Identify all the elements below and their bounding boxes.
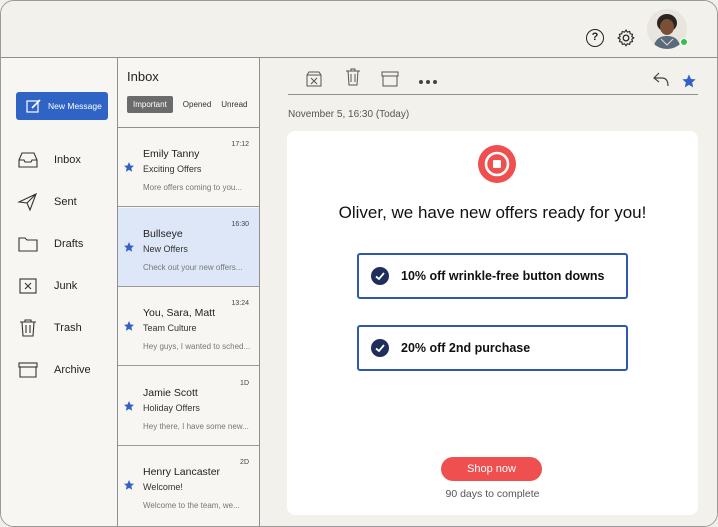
- folder-icon: [18, 237, 38, 252]
- send-icon: [17, 193, 37, 211]
- email-sender: Emily Tanny: [143, 148, 200, 160]
- list-item[interactable]: 2D Henry Lancaster Welcome! Welcome to t…: [118, 446, 259, 525]
- star-icon[interactable]: [681, 73, 697, 89]
- email-time: 2D: [240, 459, 249, 466]
- list-item[interactable]: 17:12 Emily Tanny Exciting Offers More o…: [118, 128, 259, 207]
- trash-icon: [20, 319, 36, 337]
- email-sender: Jamie Scott: [143, 387, 198, 399]
- reply-icon[interactable]: [652, 70, 670, 88]
- sidebar-item-label: Drafts: [54, 238, 84, 250]
- tab-important[interactable]: Important: [127, 96, 173, 113]
- sidebar-item-label: Junk: [54, 280, 78, 292]
- email-time: 16:30: [231, 221, 249, 228]
- email-subject: Exciting Offers: [143, 164, 202, 174]
- list-item[interactable]: 16:30 Bullseye New Offers Check out your…: [118, 208, 259, 287]
- list-item[interactable]: 1D Jamie Scott Holiday Offers Hey there,…: [118, 367, 259, 446]
- sidebar-item-inbox[interactable]: Inbox: [17, 148, 113, 172]
- tab-unread[interactable]: Unread: [216, 96, 252, 113]
- email-preview: Check out your new offers...: [143, 263, 243, 272]
- email-time: 1D: [240, 380, 249, 387]
- star-icon[interactable]: [123, 161, 135, 173]
- check-circle-icon: [371, 267, 389, 285]
- online-status-dot: [680, 38, 688, 46]
- archive-icon: [18, 362, 38, 378]
- compose-icon: [26, 99, 41, 113]
- sidebar-item-label: Sent: [54, 196, 77, 208]
- email-subject: Team Culture: [143, 323, 197, 333]
- new-message-label: New Message: [48, 101, 102, 111]
- email-body-card: Oliver, we have new offers ready for you…: [287, 131, 698, 515]
- gear-icon[interactable]: [616, 28, 636, 48]
- email-headline: Oliver, we have new offers ready for you…: [338, 203, 647, 222]
- sidebar-item-label: Inbox: [54, 154, 81, 166]
- email-subject: Holiday Offers: [143, 403, 200, 413]
- archive-icon[interactable]: [381, 70, 399, 88]
- sidebar-item-trash[interactable]: Trash: [17, 316, 113, 340]
- star-icon[interactable]: [123, 320, 135, 332]
- star-icon[interactable]: [123, 241, 135, 253]
- help-icon[interactable]: ?: [586, 29, 604, 47]
- offer-item: 20% off 2nd purchase: [357, 325, 628, 371]
- sidebar-item-label: Trash: [54, 322, 82, 334]
- brand-logo-icon: [478, 145, 516, 183]
- email-time: 13:24: [231, 300, 249, 307]
- email-subject: New Offers: [143, 244, 188, 254]
- star-icon[interactable]: [123, 400, 135, 412]
- offer-item: 10% off wrinkle-free button downs: [357, 253, 628, 299]
- tab-opened[interactable]: Opened: [178, 96, 216, 113]
- email-preview: Hey there, I have some new...: [143, 422, 249, 431]
- check-circle-icon: [371, 339, 389, 357]
- sidebar-item-junk[interactable]: Junk: [17, 274, 113, 298]
- sidebar-item-sent[interactable]: Sent: [17, 190, 113, 214]
- more-icon[interactable]: [418, 78, 438, 86]
- email-list-panel: Inbox Important Opened Unread 17:12 Emil…: [117, 58, 260, 526]
- email-preview: Welcome to the team, we...: [143, 501, 240, 510]
- delete-x-icon[interactable]: [305, 70, 323, 88]
- app-window: ? New Message Inbox Sent Drafts Junk Tra…: [0, 0, 718, 527]
- email-preview: Hey guys, I wanted to sched...: [143, 342, 251, 351]
- top-bar: ?: [1, 1, 717, 57]
- sidebar-item-drafts[interactable]: Drafts: [17, 232, 113, 256]
- email-time: 17:12: [231, 141, 249, 148]
- email-date: November 5, 16:30 (Today): [288, 109, 410, 120]
- trash-icon[interactable]: [344, 68, 362, 86]
- offer-text: 20% off 2nd purchase: [401, 341, 531, 355]
- shop-now-button[interactable]: Shop now: [441, 457, 542, 481]
- sidebar-item-label: Archive: [54, 364, 91, 376]
- list-item[interactable]: 13:24 You, Sara, Matt Team Culture Hey g…: [118, 287, 259, 366]
- list-title: Inbox: [127, 69, 159, 84]
- email-sender: Bullseye: [143, 228, 183, 240]
- email-preview: More offers coming to you...: [143, 183, 243, 192]
- filter-tabs: Important Opened Unread: [127, 96, 253, 113]
- star-icon[interactable]: [123, 479, 135, 491]
- new-message-button[interactable]: New Message: [16, 92, 108, 120]
- email-subject: Welcome!: [143, 482, 183, 492]
- email-sender: Henry Lancaster: [143, 466, 221, 478]
- sidebar-item-archive[interactable]: Archive: [17, 358, 113, 382]
- offer-text: 10% off wrinkle-free button downs: [401, 269, 605, 283]
- reading-pane: November 5, 16:30 (Today) Oliver, we hav…: [261, 58, 717, 526]
- email-sender: You, Sara, Matt: [143, 307, 215, 319]
- cta-note: 90 days to complete: [445, 488, 540, 500]
- sidebar: New Message Inbox Sent Drafts Junk Trash…: [1, 58, 117, 526]
- inbox-icon: [18, 152, 38, 168]
- junk-icon: [19, 278, 37, 294]
- toolbar-divider: [288, 94, 698, 95]
